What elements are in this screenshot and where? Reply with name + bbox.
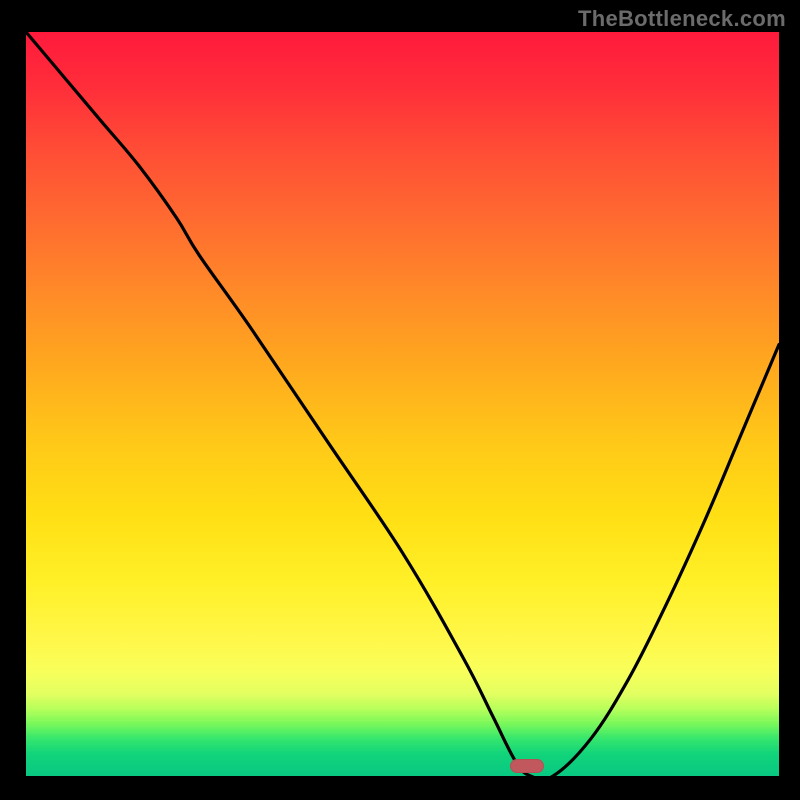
watermark-label: TheBottleneck.com — [578, 6, 786, 32]
chart-container: TheBottleneck.com — [0, 0, 800, 800]
optimal-point-marker — [510, 759, 544, 773]
bottleneck-curve — [26, 32, 779, 776]
plot-area — [26, 32, 779, 776]
bottleneck-curve-path — [26, 32, 779, 776]
